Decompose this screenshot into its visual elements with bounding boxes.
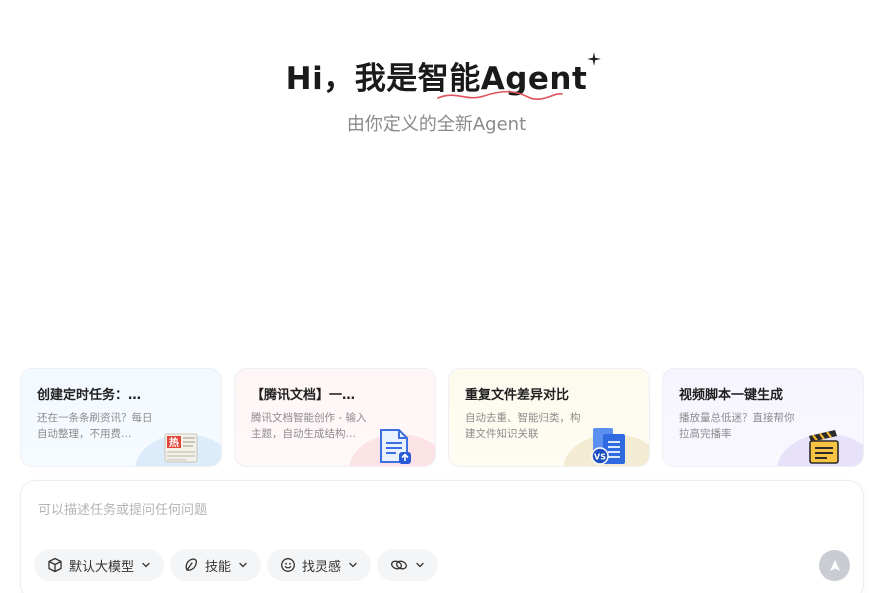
suggestion-card-scheduled-task[interactable]: 创建定时任务：… 还在一条条刷资讯？每日自动整理，不用费… 热 bbox=[20, 368, 222, 467]
suggestion-card-video-script[interactable]: 视频脚本一键生成 播放量总低迷？直接帮你拉高完播率 bbox=[662, 368, 864, 467]
hero-subtitle: 由你定义的全新Agent bbox=[346, 114, 527, 135]
card-description: 播放量总低迷？直接帮你拉高完播率 bbox=[679, 412, 795, 440]
svg-text:热: 热 bbox=[169, 436, 179, 449]
card-title: 重复文件差异对比 bbox=[465, 388, 570, 403]
card-description: 自动去重、智能归类，构建文件知识关联 bbox=[465, 412, 581, 440]
chevron-down-icon bbox=[239, 562, 247, 568]
card-title: 创建定时任务：… bbox=[37, 388, 142, 403]
leaf-icon bbox=[185, 558, 198, 571]
chat-input-box[interactable]: 可以描述任务或提问任何问题 默认大模型 技能 找灵感 bbox=[20, 480, 864, 593]
send-arrow-icon bbox=[829, 559, 840, 571]
chevron-down-icon bbox=[142, 562, 150, 568]
suggestion-card-tencent-docs[interactable]: 【腾讯文档】一… 腾讯文档智能创作 - 输入主题，自动生成结构… bbox=[234, 368, 436, 467]
skills-button[interactable]: 技能 bbox=[170, 549, 262, 581]
link-icon bbox=[391, 560, 408, 570]
page: Hi，我是智能Agent 由你定义的全新Agent 创建定时任务：… 还在一条条… bbox=[0, 0, 873, 593]
chat-input-placeholder[interactable]: 可以描述任务或提问任何问题 bbox=[38, 499, 207, 518]
card-description: 还在一条条刷资讯？每日自动整理，不用费… bbox=[37, 412, 153, 440]
smile-icon bbox=[281, 558, 295, 572]
skills-label: 技能 bbox=[205, 559, 232, 575]
card-description: 腾讯文档智能创作 - 输入主题，自动生成结构… bbox=[251, 412, 367, 440]
clapperboard-icon bbox=[809, 430, 839, 464]
file-compare-icon: VS bbox=[591, 428, 625, 465]
svg-text:VS: VS bbox=[594, 453, 606, 462]
model-select-button[interactable]: 默认大模型 bbox=[34, 549, 165, 581]
hot-news-icon: 热 bbox=[164, 433, 198, 463]
suggestion-cards: 创建定时任务：… 还在一条条刷资讯？每日自动整理，不用费… 热 【腾讯文档】一…… bbox=[20, 368, 864, 467]
model-select-label: 默认大模型 bbox=[69, 559, 135, 575]
card-title: 视频脚本一键生成 bbox=[679, 388, 784, 403]
link-button[interactable] bbox=[377, 549, 439, 581]
chevron-down-icon bbox=[416, 562, 424, 568]
hero: Hi，我是智能Agent 由你定义的全新Agent bbox=[0, 52, 873, 137]
inspiration-button[interactable]: 找灵感 bbox=[267, 549, 372, 581]
hero-title-wrap: Hi，我是智能Agent bbox=[286, 52, 602, 101]
sparkle-icon bbox=[587, 52, 602, 66]
suggestion-card-file-compare[interactable]: 重复文件差异对比 自动去重、智能归类，构建文件知识关联 VS bbox=[448, 368, 650, 467]
document-upload-icon bbox=[380, 429, 411, 464]
cube-icon bbox=[48, 557, 62, 573]
card-title: 【腾讯文档】一… bbox=[251, 388, 356, 403]
underline-squiggle-icon bbox=[436, 90, 563, 101]
input-toolbar: 默认大模型 技能 找灵感 bbox=[34, 549, 439, 581]
inspiration-label: 找灵感 bbox=[302, 559, 342, 575]
send-button[interactable] bbox=[819, 550, 850, 581]
chevron-down-icon bbox=[349, 562, 357, 568]
